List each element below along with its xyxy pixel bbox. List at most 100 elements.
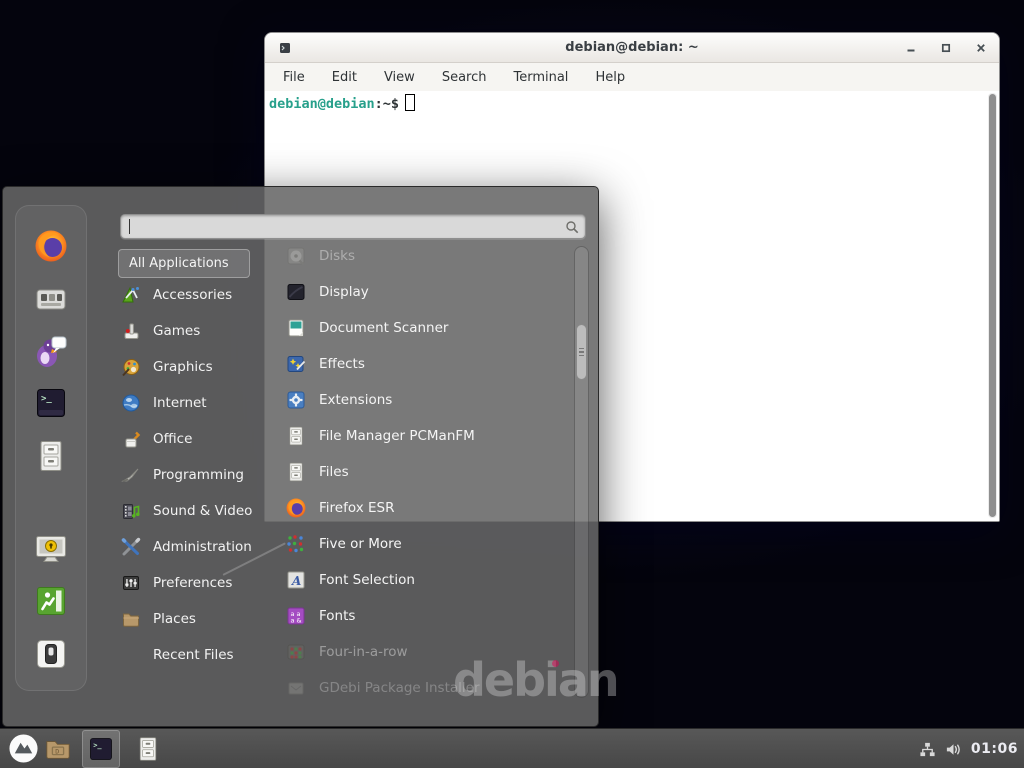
search-caret (129, 219, 130, 234)
display-icon (285, 281, 307, 303)
taskbar-tray: 01:06 (919, 729, 1018, 768)
network-icon[interactable] (919, 741, 936, 758)
svg-text:a &: a & (291, 617, 302, 625)
administration-icon (121, 537, 141, 557)
recent-files-label: Recent Files (153, 647, 234, 663)
keyboard-settings-icon[interactable] (33, 281, 69, 317)
app-label: Files (319, 464, 349, 480)
font-selection-icon: A (285, 569, 307, 591)
document-scanner-icon (285, 317, 307, 339)
window-controls (905, 33, 987, 63)
terminal-cursor (405, 94, 415, 111)
terminal-scrollbar-thumb[interactable] (989, 94, 996, 517)
menu-edit[interactable]: Edit (332, 70, 357, 85)
app-item-display[interactable]: Display (285, 274, 569, 310)
category-label: Office (153, 431, 192, 447)
app-item-disks: Disks (285, 238, 569, 274)
recent-files-item[interactable]: Recent Files (121, 637, 279, 673)
maximize-button[interactable] (940, 42, 952, 54)
category-label: Sound & Video (153, 503, 252, 519)
five-or-more-icon (285, 533, 307, 555)
app-label: Display (319, 284, 369, 300)
app-item-firefox-esr[interactable]: Firefox ESR (285, 490, 569, 526)
category-games[interactable]: Games (121, 313, 279, 349)
firefox-icon[interactable] (33, 228, 69, 264)
menu-search[interactable]: Search (442, 70, 487, 85)
gdebi-icon (285, 677, 307, 699)
menu-help[interactable]: Help (595, 70, 625, 85)
app-label: Fonts (319, 608, 355, 624)
watermark-dot (552, 660, 559, 667)
terminal-titlebar[interactable]: debian@debian: ~ (265, 33, 999, 63)
minimize-button[interactable] (905, 42, 917, 54)
sound-video-icon (121, 501, 141, 521)
taskbar: D >_ 01:06 (0, 728, 1024, 768)
app-label: Five or More (319, 536, 402, 552)
app-item-pcmanfm[interactable]: File Manager PCManFM (285, 418, 569, 454)
preferences-icon (121, 573, 141, 593)
app-item-extensions[interactable]: Extensions (285, 382, 569, 418)
internet-icon (121, 393, 141, 413)
application-menu: >_ All Applications (2, 186, 599, 727)
places-icon (121, 609, 141, 629)
app-item-document-scanner[interactable]: Document Scanner (285, 310, 569, 346)
menu-view[interactable]: View (384, 70, 415, 85)
volume-icon[interactable] (945, 741, 962, 758)
category-label: Internet (153, 395, 207, 411)
window-title: debian@debian: ~ (265, 40, 999, 55)
category-office[interactable]: Office (121, 421, 279, 457)
category-accessories[interactable]: Accessories (121, 277, 279, 313)
terminal-task-icon: >_ (87, 735, 115, 763)
files-launcher-icon[interactable] (134, 735, 162, 763)
category-places[interactable]: Places (121, 601, 279, 637)
search-input[interactable] (121, 215, 585, 238)
svg-text:>_: >_ (41, 394, 52, 404)
terminal-icon[interactable]: >_ (33, 385, 69, 421)
category-preferences[interactable]: Preferences (121, 565, 279, 601)
menu-button[interactable] (8, 733, 39, 764)
category-internet[interactable]: Internet (121, 385, 279, 421)
svg-text:A: A (291, 574, 301, 588)
graphics-icon (121, 357, 141, 377)
debian-watermark: debian (453, 653, 618, 707)
clock[interactable]: 01:06 (971, 741, 1018, 757)
app-list-scrollbar[interactable] (574, 246, 589, 698)
category-sound-video[interactable]: Sound & Video (121, 493, 279, 529)
watermark-text: debian (453, 653, 618, 707)
terminal-scrollbar[interactable] (988, 93, 997, 518)
app-label: Effects (319, 356, 365, 372)
menu-terminal[interactable]: Terminal (513, 70, 568, 85)
app-label: Firefox ESR (319, 500, 394, 516)
app-item-effects[interactable]: Effects (285, 346, 569, 382)
file-manager-icon[interactable] (33, 438, 69, 474)
folder-launcher-icon[interactable]: D (44, 735, 72, 763)
lock-screen-icon[interactable] (33, 530, 69, 566)
firefox-esr-icon (285, 497, 307, 519)
app-label: Document Scanner (319, 320, 448, 336)
app-item-font-selection[interactable]: A Font Selection (285, 562, 569, 598)
app-label: Four-in-a-row (319, 644, 408, 660)
menu-file[interactable]: File (283, 70, 305, 85)
app-label: File Manager PCManFM (319, 428, 475, 444)
close-button[interactable] (975, 42, 987, 54)
category-label: Graphics (153, 359, 213, 375)
app-item-five-or-more[interactable]: Five or More (285, 526, 569, 562)
prompt-user: debian@debian (269, 96, 375, 112)
pidgin-icon[interactable] (33, 333, 69, 369)
category-label: Places (153, 611, 196, 627)
all-applications-button[interactable]: All Applications (118, 249, 250, 278)
app-list-scrollbar-thumb[interactable] (576, 324, 587, 380)
app-item-fonts[interactable]: a aa & Fonts (285, 598, 569, 634)
terminal-task-button[interactable]: >_ (82, 730, 120, 768)
app-item-files[interactable]: Files (285, 454, 569, 490)
log-out-icon[interactable] (33, 583, 69, 619)
files-icon (285, 461, 307, 483)
shut-down-icon[interactable] (33, 636, 69, 672)
category-label: Programming (153, 467, 244, 483)
prompt-suffix: :~$ (375, 96, 399, 112)
category-graphics[interactable]: Graphics (121, 349, 279, 385)
office-icon (121, 429, 141, 449)
category-programming[interactable]: Programming (121, 457, 279, 493)
extensions-icon (285, 389, 307, 411)
pcmanfm-icon (285, 425, 307, 447)
